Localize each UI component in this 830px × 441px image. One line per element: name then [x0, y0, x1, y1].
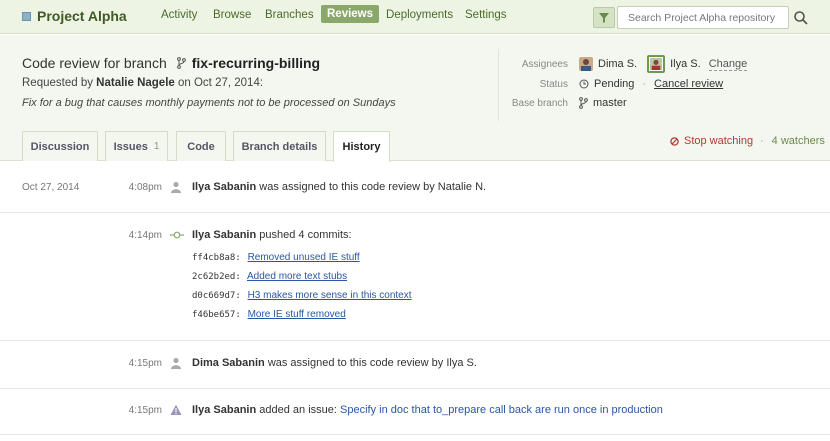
assignee-name[interactable]: Dima S.: [598, 58, 637, 70]
user-icon: [171, 357, 181, 369]
nav-branches[interactable]: Branches: [265, 9, 314, 21]
nav-settings[interactable]: Settings: [465, 9, 507, 21]
nav-browse[interactable]: Browse: [213, 9, 251, 21]
commit-link[interactable]: H3 makes more sense in this context: [248, 290, 412, 301]
tab-branch-details[interactable]: Branch details: [233, 131, 326, 161]
history-event: Ilya Sabanin added an issue: Specify in …: [192, 404, 663, 416]
status-value: Pending: [594, 78, 635, 90]
stop-watching-label: Stop watching: [684, 135, 754, 147]
assignees-label: Assignees: [521, 59, 568, 70]
change-assignees-link[interactable]: Change: [708, 58, 748, 71]
row-divider: [0, 388, 830, 389]
event-time: 4:14pm: [128, 230, 162, 241]
stop-watching-button[interactable]: Stop watching: [670, 135, 753, 147]
project-icon: [22, 11, 31, 21]
separator-dot: ·: [760, 135, 764, 147]
commit-link[interactable]: Removed unused IE stuff: [248, 252, 360, 263]
status-label: Status: [539, 79, 568, 90]
commit-row: 2c62b2ed: Added more text stubs: [192, 271, 347, 282]
search-icon[interactable]: [792, 9, 810, 27]
event-actor[interactable]: Dima Sabanin: [192, 357, 265, 369]
commit-sha: 2c62b2ed:: [192, 272, 241, 282]
title-prefix: Code review for branch: [22, 55, 167, 71]
nav-reviews[interactable]: Reviews: [321, 5, 380, 23]
commit-sha: ff4cb8a8:: [192, 253, 241, 263]
base-branch-value[interactable]: master: [593, 97, 627, 109]
top-nav: Project Alpha Activity Browse Branches R…: [0, 0, 830, 34]
project-brand[interactable]: Project Alpha: [22, 8, 127, 24]
event-actor[interactable]: Ilya Sabanin: [192, 181, 256, 193]
row-divider: [0, 212, 830, 213]
branch-name[interactable]: fix-recurring-billing: [192, 55, 320, 71]
filter-icon: [599, 12, 609, 23]
clock-icon: [579, 79, 589, 89]
commit-sha: d0c669d7:: [192, 291, 241, 301]
watchers-count[interactable]: · 4 watchers: [760, 135, 825, 147]
history-event: Ilya Sabanin was assigned to this code r…: [192, 181, 486, 193]
review-header: Code review for branch fix-recurring-bil…: [0, 35, 830, 162]
search-input[interactable]: Search Project Alpha repository: [617, 6, 789, 29]
separator-dot: ·: [642, 78, 647, 90]
avatar-selected[interactable]: [647, 55, 666, 73]
assignee-name[interactable]: Ilya S.: [670, 58, 701, 70]
tab-label: Code: [187, 140, 215, 153]
history-event: Ilya Sabanin pushed 4 commits:: [192, 229, 352, 241]
tab-discussion[interactable]: Discussion: [22, 131, 98, 161]
assignees: Dima S. Ilya S. Change: [579, 55, 748, 73]
commit-row: f46be657: More IE stuff removed: [192, 309, 346, 320]
history-date: Oct 27, 2014: [22, 182, 80, 193]
tab-code[interactable]: Code: [176, 131, 226, 161]
warning-icon: [170, 404, 182, 415]
requested-date: on Oct 27, 2014:: [178, 77, 264, 89]
commit-row: d0c669d7: H3 makes more sense in this co…: [192, 290, 412, 301]
commit-row: ff4cb8a8: Removed unused IE stuff: [192, 252, 360, 263]
tab-label: History: [342, 141, 381, 153]
issues-count-badge: 1: [153, 141, 160, 152]
event-text: added an issue:: [259, 404, 337, 416]
history-event: Dima Sabanin was assigned to this code r…: [192, 357, 477, 369]
tab-label: Discussion: [30, 140, 90, 153]
row-divider: [0, 340, 830, 341]
base-branch: master: [579, 97, 627, 109]
tab-issues[interactable]: Issues 1: [105, 131, 168, 161]
page-title: Code review for branch fix-recurring-bil…: [22, 55, 320, 71]
tab-history[interactable]: History: [333, 131, 390, 162]
status: Pending · Cancel review: [579, 78, 723, 90]
commit-link[interactable]: More IE stuff removed: [248, 309, 346, 320]
event-text: was assigned to this code review by Nata…: [259, 181, 487, 193]
event-actor[interactable]: Ilya Sabanin: [192, 229, 256, 241]
row-divider: [0, 434, 830, 435]
watchers-label: 4 watchers: [771, 135, 825, 147]
nav-deployments[interactable]: Deployments: [386, 9, 453, 21]
user-icon: [171, 181, 181, 193]
review-description: Fix for a bug that causes monthly paymen…: [22, 97, 396, 109]
tab-label: Branch details: [241, 140, 318, 153]
event-time: 4:15pm: [128, 405, 162, 416]
cancel-review-link[interactable]: Cancel review: [654, 78, 723, 90]
event-actor[interactable]: Ilya Sabanin: [192, 404, 256, 416]
project-name: Project Alpha: [37, 8, 127, 24]
tab-label: Issues: [113, 140, 148, 153]
stop-icon: [670, 136, 679, 146]
event-time: 4:08pm: [128, 182, 162, 193]
base-branch-label: Base branch: [511, 98, 568, 109]
event-text: was assigned to this code review by Ilya…: [267, 357, 477, 369]
avatar[interactable]: [579, 57, 593, 71]
commit-sha: f46be657:: [192, 310, 241, 320]
commit-link[interactable]: Added more text stubs: [247, 271, 347, 282]
requested-by: Requested by Natalie Nagele on Oct 27, 2…: [22, 77, 263, 89]
filter-button[interactable]: [593, 7, 615, 28]
nav-activity[interactable]: Activity: [161, 9, 197, 21]
branch-icon: [579, 97, 588, 109]
event-time: 4:15pm: [128, 358, 162, 369]
requested-by-label: Requested by: [22, 77, 93, 89]
requester-name: Natalie Nagele: [96, 77, 175, 89]
issue-link[interactable]: Specify in doc that to_prepare call back…: [340, 404, 663, 416]
avatar-image-icon: [650, 58, 663, 70]
commit-icon: [170, 231, 184, 239]
branch-icon: [176, 57, 186, 69]
event-text: pushed 4 commits:: [259, 229, 352, 241]
